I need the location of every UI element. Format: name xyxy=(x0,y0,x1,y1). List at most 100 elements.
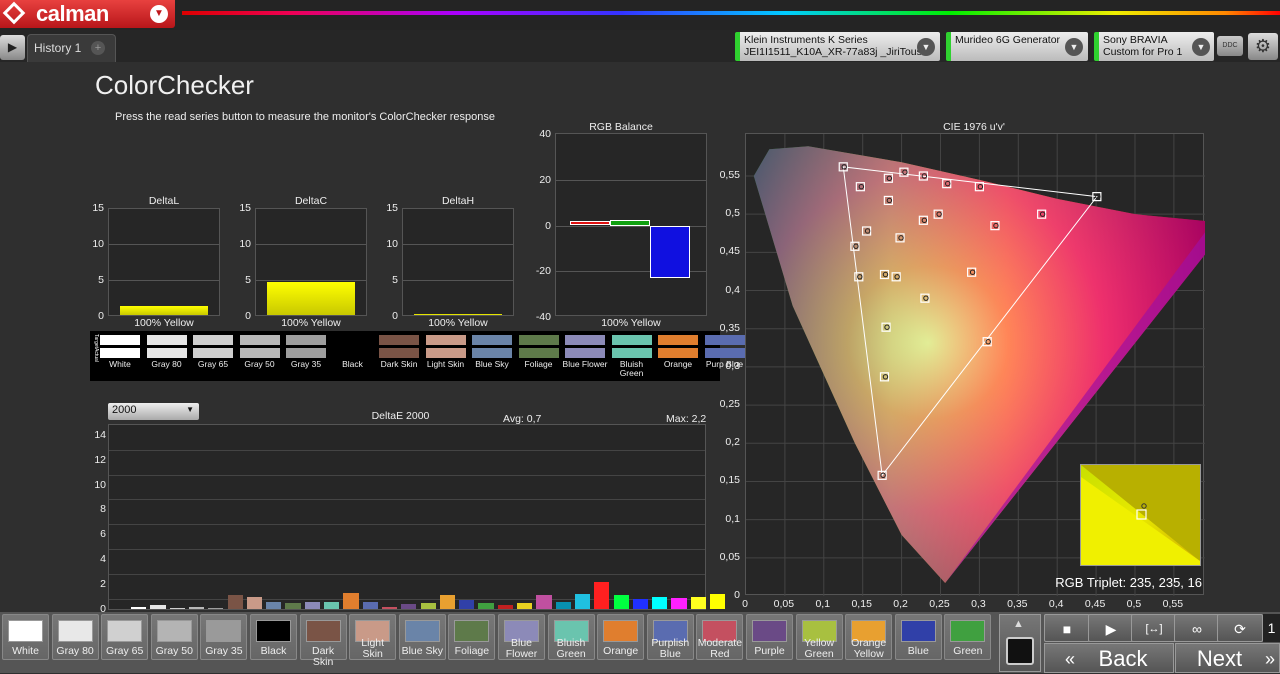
patch-label: Moderate Red xyxy=(697,637,743,660)
calman-logo-icon xyxy=(2,1,26,25)
ytick-label: 0 xyxy=(392,310,398,322)
top-bar xyxy=(0,0,1280,30)
small-chart-plot xyxy=(108,208,220,316)
deltae-bar xyxy=(362,601,378,609)
deltae-ytick-label: 6 xyxy=(100,528,106,541)
patch-button[interactable]: White xyxy=(2,614,49,660)
settings-gear-icon[interactable]: ⚙ xyxy=(1248,33,1278,60)
rgb-balance-caption: 100% Yellow xyxy=(601,317,661,329)
patch-color xyxy=(603,620,639,642)
display-dropdown-icon[interactable]: ▼ xyxy=(1192,38,1210,56)
deltae-bar xyxy=(324,601,340,609)
cie-xtick-label: 0,4 xyxy=(1048,598,1064,610)
session-play-button[interactable]: ▶ xyxy=(0,35,25,60)
deltae-bar xyxy=(150,605,166,609)
logo-dropdown-icon[interactable]: ▼ xyxy=(150,5,168,23)
patch-color xyxy=(156,620,192,642)
patch-label: Blue Flower xyxy=(505,637,538,660)
gridline xyxy=(109,449,705,451)
ytick-label: 0 xyxy=(98,310,104,322)
calman-logo-button[interactable]: calman ▼ xyxy=(0,0,175,28)
deltae-ytick-label: 8 xyxy=(100,503,106,516)
patch-button[interactable]: Blue Sky xyxy=(398,614,446,660)
swatch-actual xyxy=(565,348,605,358)
ytick-label: 5 xyxy=(392,274,398,286)
back-button[interactable]: « Back xyxy=(1044,643,1174,673)
patch-label: Gray 35 xyxy=(205,645,243,657)
meter-dropdown-icon[interactable]: ▼ xyxy=(917,38,935,56)
meter-device-box[interactable]: Klein Instruments K Series JEI1I1511_K10… xyxy=(735,32,940,61)
patch-button[interactable]: Gray 35 xyxy=(200,614,248,660)
cie-xtick-label: 0,05 xyxy=(773,598,795,610)
patch-label: Purple xyxy=(754,645,785,657)
spectrum-bar xyxy=(182,11,1280,15)
swatch-target xyxy=(472,335,512,345)
swatch-actual xyxy=(518,348,559,358)
play-button[interactable]: ▶ xyxy=(1088,614,1134,642)
patch-button[interactable]: Black xyxy=(250,614,297,660)
swatch-actual xyxy=(425,348,466,358)
stop-button[interactable]: ■ xyxy=(1044,614,1090,642)
patch-color xyxy=(256,620,291,642)
loop-button[interactable]: ∞ xyxy=(1174,614,1220,642)
swatch-actual xyxy=(286,348,326,358)
patch-button[interactable]: Gray 80 xyxy=(51,614,99,660)
cie-title: CIE 1976 u'v' xyxy=(943,121,1005,133)
cie-xtick-label: 0,45 xyxy=(1084,598,1106,610)
gridline xyxy=(109,280,219,281)
gridline xyxy=(109,499,705,501)
patch-button[interactable]: Green xyxy=(944,614,992,660)
patch-button[interactable]: Gray 50 xyxy=(150,614,198,660)
ytick-label: 10 xyxy=(92,238,104,250)
ddc-tv-icon[interactable]: DDC xyxy=(1217,36,1243,56)
deltae-bar xyxy=(594,581,610,609)
gridline xyxy=(109,524,705,526)
next-button[interactable]: Next » xyxy=(1175,643,1280,673)
patch-button[interactable]: Purple xyxy=(746,614,793,660)
refresh-button[interactable]: ⟳ xyxy=(1217,614,1263,642)
patch-button[interactable]: Gray 65 xyxy=(101,614,149,660)
patch-button[interactable]: Blue xyxy=(894,614,942,660)
gridline xyxy=(256,280,366,281)
swatch-target xyxy=(518,335,559,345)
deltae-bar xyxy=(459,600,475,609)
generator-dropdown-icon[interactable]: ▼ xyxy=(1065,38,1083,56)
cie-ytick-label: 0,5 xyxy=(725,207,740,220)
read-series-button[interactable]: ▲ xyxy=(999,614,1041,672)
cie-xtick-label: 0,5 xyxy=(1126,598,1142,610)
patch-button[interactable]: Purplish Blue xyxy=(646,614,694,660)
cie-zoom-inset xyxy=(1080,464,1201,566)
delta-bar xyxy=(414,314,502,315)
patch-button[interactable]: Foliage xyxy=(448,614,496,660)
read-series-icon xyxy=(1006,637,1034,665)
patch-color xyxy=(900,620,936,642)
swatch-target xyxy=(379,335,419,345)
deltae-bar xyxy=(304,601,320,609)
deltae-ytick-label: 12 xyxy=(94,453,106,466)
patch-button[interactable]: Moderate Red xyxy=(696,614,744,660)
cie-ytick-label: 0,05 xyxy=(719,550,740,563)
cie-xtick-label: 0,15 xyxy=(851,598,872,610)
patch-button[interactable]: Blue Flower xyxy=(498,614,545,660)
patch-label: Gray 65 xyxy=(106,645,144,657)
patch-label: Orange Yellow xyxy=(851,637,887,660)
gridline xyxy=(109,244,219,245)
deltae-bar xyxy=(497,605,513,609)
add-tab-button[interactable]: + xyxy=(91,41,105,55)
deltae-bar xyxy=(208,607,224,609)
ytick-label: 10 xyxy=(386,238,398,250)
step-button[interactable]: [↔] xyxy=(1131,614,1177,642)
small-chart-title: DeltaL xyxy=(148,195,180,207)
logo-text: calman xyxy=(36,1,109,26)
rgb-balance-plot xyxy=(555,133,707,316)
patch-button[interactable]: Bluish Green xyxy=(547,614,595,660)
patch-button[interactable]: Light Skin xyxy=(349,614,397,660)
swatch-target xyxy=(286,335,326,345)
patch-button[interactable]: Dark Skin xyxy=(299,614,347,668)
deltae-bar xyxy=(169,607,185,609)
small-chart-caption: 100% Yellow xyxy=(281,317,341,329)
patch-button[interactable]: Orange Yellow xyxy=(845,614,893,660)
patch-button[interactable]: Orange xyxy=(597,614,645,660)
patch-label: Black xyxy=(260,645,287,657)
patch-button[interactable]: Yellow Green xyxy=(795,614,843,660)
